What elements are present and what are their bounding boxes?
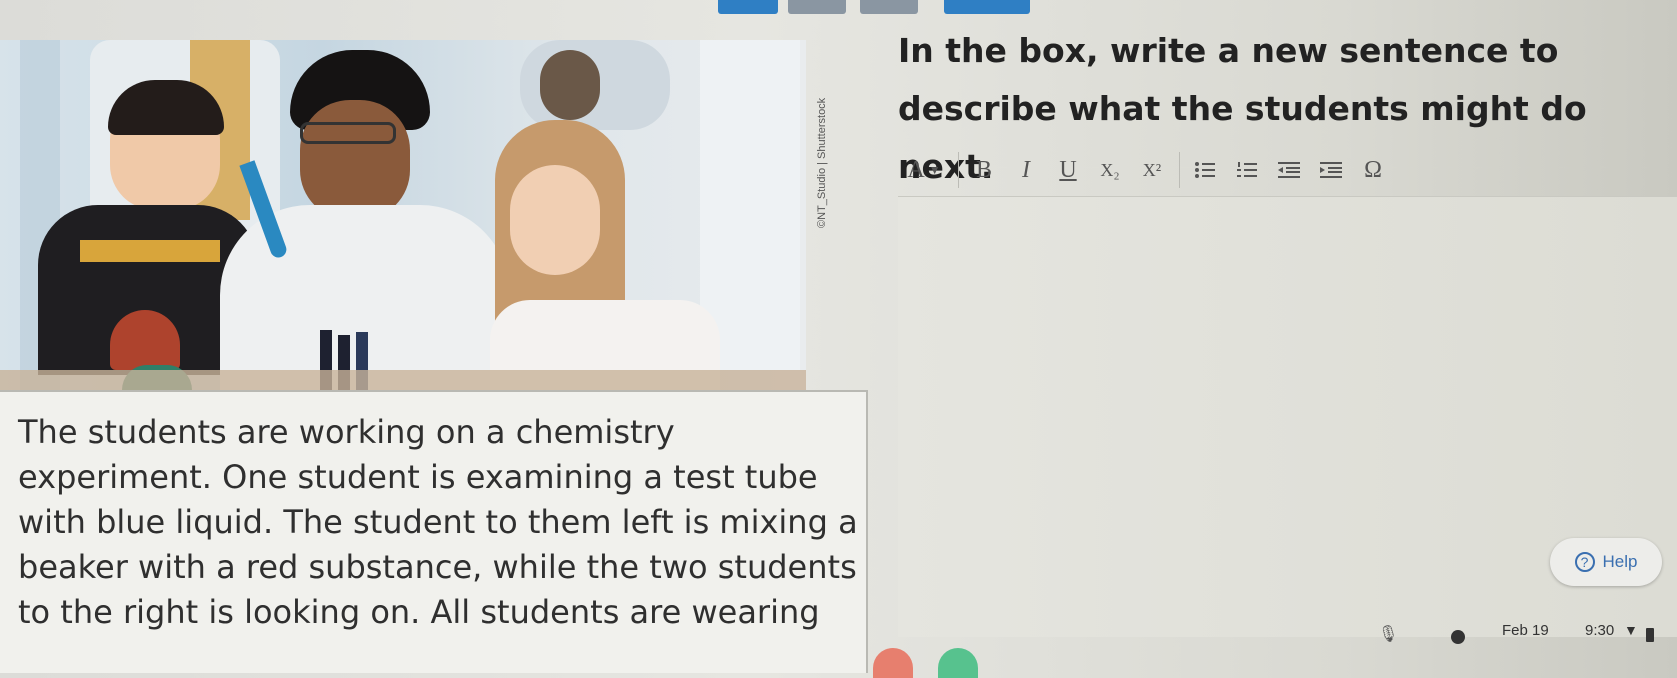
editor-toolbar: A ▼ B I U X₂ X² Ω — [898, 152, 1392, 188]
bullet-list-icon — [1195, 162, 1215, 178]
font-color-button[interactable]: A ▼ — [898, 152, 950, 188]
students-lab-photo — [0, 40, 806, 390]
special-character-button[interactable]: Ω — [1354, 152, 1392, 188]
outdent-icon — [1278, 162, 1300, 178]
underline-button[interactable]: U — [1049, 152, 1087, 188]
microphone-icon[interactable]: 🎙 — [1378, 624, 1398, 644]
top-tab-1[interactable] — [718, 0, 778, 14]
font-color-label: A — [907, 156, 925, 183]
caption-text: The students are working on a chemistry … — [18, 413, 858, 631]
dropdown-arrow-icon: ▼ — [928, 162, 941, 177]
help-label: Help — [1602, 552, 1638, 571]
top-tab-2[interactable] — [788, 0, 846, 14]
caption-box: The students are working on a chemistry … — [0, 390, 868, 673]
battery-icon[interactable] — [1646, 628, 1654, 642]
help-circle-icon: ? — [1574, 552, 1595, 572]
italic-button[interactable]: I — [1007, 152, 1045, 188]
top-tab-3[interactable] — [860, 0, 918, 14]
photo-credit: ©NT_Studio | Shutterstock — [816, 97, 828, 228]
top-tab-4[interactable] — [944, 0, 1030, 14]
indent-icon — [1320, 162, 1342, 178]
subscript-button[interactable]: X₂ — [1091, 152, 1129, 188]
shelf-app-icon-2[interactable] — [938, 648, 978, 678]
status-date[interactable]: Feb 19 — [1502, 622, 1549, 639]
outdent-button[interactable] — [1270, 152, 1308, 188]
status-time[interactable]: 9:30 — [1585, 622, 1614, 639]
bullet-list-button[interactable] — [1179, 152, 1224, 188]
help-button[interactable]: ? Help — [1550, 538, 1662, 586]
numbered-list-button[interactable] — [1228, 152, 1266, 188]
shelf-app-icon-1[interactable] — [873, 648, 913, 678]
indent-button[interactable] — [1312, 152, 1350, 188]
superscript-button[interactable]: X² — [1133, 152, 1171, 188]
bold-button[interactable]: B — [958, 152, 1003, 188]
wifi-icon[interactable]: ▼ — [1624, 622, 1638, 638]
status-dot-icon[interactable] — [1451, 630, 1465, 644]
numbered-list-icon — [1237, 162, 1257, 177]
